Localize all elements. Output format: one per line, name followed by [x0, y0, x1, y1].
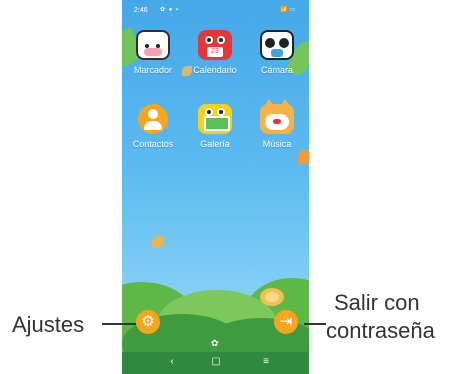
status-right-icons: 📶 ▭	[280, 7, 295, 13]
app-calendario[interactable]: 23 Calendario	[184, 30, 246, 75]
nav-back-button[interactable]: ‹	[162, 356, 182, 367]
callout-settings-label: Ajustes	[12, 312, 85, 337]
cow-icon	[136, 30, 170, 60]
app-label: Calendario	[193, 65, 237, 75]
gear-icon: ⚙	[141, 313, 155, 330]
callout-exit-label-line2: contraseña	[326, 318, 435, 343]
status-time: 2:46	[134, 7, 148, 14]
app-camara[interactable]: Cámara	[246, 30, 308, 75]
app-label: Marcador	[133, 65, 172, 75]
phone-screen: 2:46 ✿ ● ▪ 📶 ▭ Marcador 23 Calendario Cá…	[122, 0, 309, 374]
calendar-badge: 23	[207, 47, 223, 57]
app-contactos[interactable]: Contactos	[122, 104, 184, 149]
leaf-decoration	[152, 236, 164, 248]
navigation-bar: ‹ ▢ ≡	[122, 352, 309, 374]
nav-home-button[interactable]: ▢	[206, 356, 226, 367]
nav-menu-button[interactable]: ≡	[256, 356, 276, 367]
leaf-decoration	[298, 150, 309, 164]
app-label: Galería	[200, 139, 230, 149]
app-label: Contactos	[132, 139, 174, 149]
gallery-icon	[198, 104, 232, 134]
contacts-icon	[138, 104, 168, 134]
app-label: Cámara	[260, 65, 293, 75]
callout-settings-line	[102, 323, 136, 325]
app-label: Música	[262, 139, 292, 149]
exit-with-password-button[interactable]: ⇥	[274, 310, 298, 334]
cat-music-icon	[260, 99, 294, 134]
status-bar: 2:46 ✿ ● ▪ 📶 ▭	[122, 0, 309, 18]
settings-button[interactable]: ⚙	[136, 310, 160, 334]
app-marcador[interactable]: Marcador	[122, 30, 184, 75]
calendar-icon: 23	[198, 30, 232, 60]
app-galeria[interactable]: Galería	[184, 104, 246, 149]
panda-camera-icon	[260, 30, 294, 60]
paw-icon: ✿	[211, 338, 219, 348]
app-musica[interactable]: Música	[246, 99, 308, 149]
status-indicators: ✿ ● ▪	[160, 7, 180, 13]
exit-icon: ⇥	[279, 313, 293, 330]
callout-exit-line	[304, 323, 326, 325]
callout-exit-label-line1: Salir con	[334, 290, 420, 315]
